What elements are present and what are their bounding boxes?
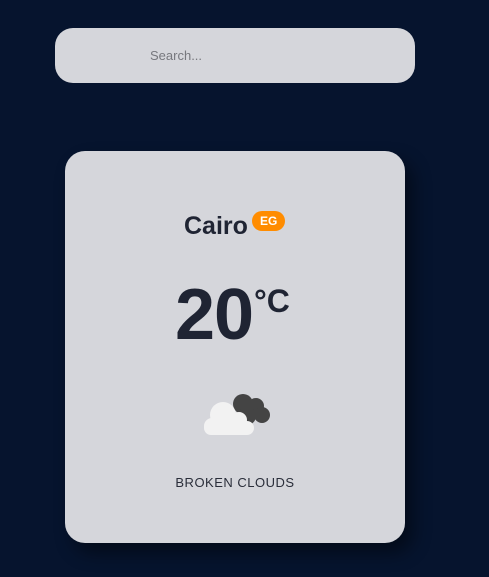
temperature-unit: °C xyxy=(254,283,290,319)
broken-clouds-icon xyxy=(199,388,273,440)
city-name: Cairo xyxy=(184,212,248,240)
search-input[interactable] xyxy=(150,28,400,83)
weather-card: Cairo EG 20 °C BROKEN CLOUDS xyxy=(65,151,405,543)
search-bar[interactable] xyxy=(55,28,415,83)
temperature-value: 20 xyxy=(175,275,254,355)
weather-description: BROKEN CLOUDS xyxy=(175,475,295,490)
weather-app: Cairo EG 20 °C xyxy=(0,0,489,577)
country-badge: EG xyxy=(252,211,286,231)
